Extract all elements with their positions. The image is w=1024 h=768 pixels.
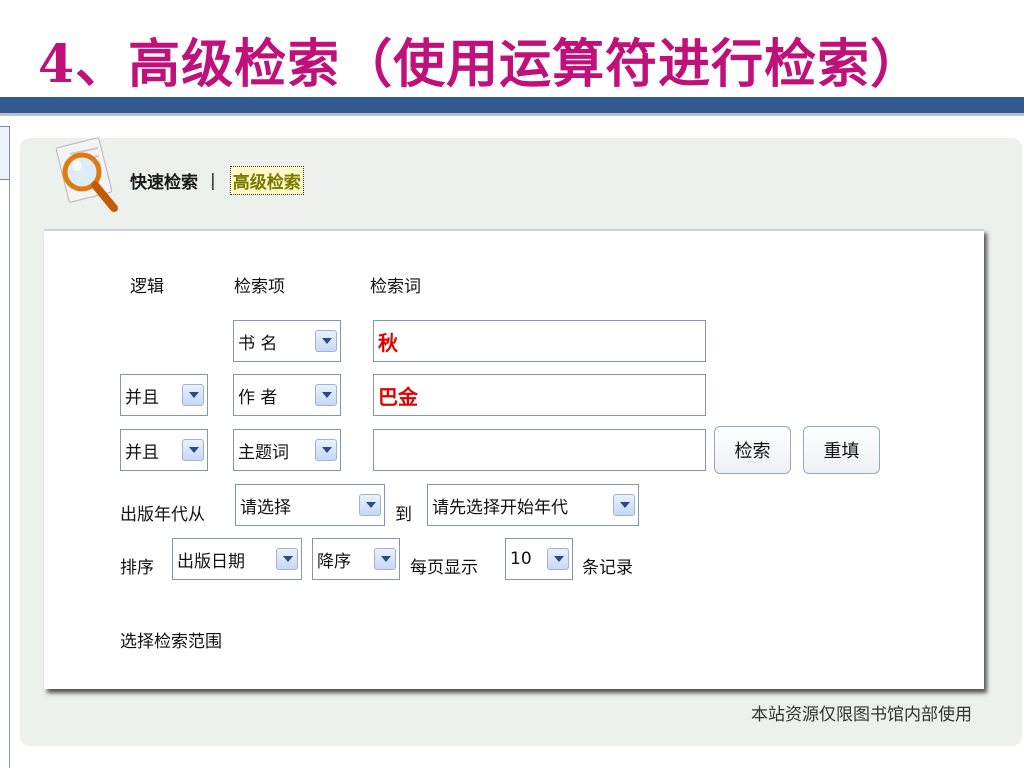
tab-advanced-search[interactable]: 高级检索	[229, 166, 304, 195]
chevron-down-icon[interactable]	[547, 548, 569, 570]
search-button[interactable]: 检索	[714, 426, 791, 474]
title-divider	[0, 97, 1024, 113]
left-frame	[0, 126, 10, 768]
logic-select-2-value: 并且	[125, 387, 159, 408]
chevron-down-icon[interactable]	[315, 384, 337, 406]
chevron-down-icon[interactable]	[276, 548, 298, 570]
tab-quick-search[interactable]: 快速检索	[130, 168, 198, 193]
sort-by-select[interactable]: 出版日期	[172, 538, 302, 580]
term-input-3[interactable]	[373, 429, 706, 471]
year-from-value: 请选择	[240, 497, 291, 518]
year-from-select[interactable]: 请选择	[235, 484, 385, 526]
field-select-3[interactable]: 主题词	[233, 429, 341, 471]
term-input-2[interactable]: 巴金	[373, 374, 706, 416]
search-tabs: 快速检索 | 高级检索	[130, 166, 304, 195]
chevron-down-icon[interactable]	[613, 494, 635, 516]
magnifier-icon	[55, 137, 118, 212]
records-label: 条记录	[582, 558, 633, 578]
field-select-2-value: 作 者	[238, 387, 278, 408]
scope-label[interactable]: 选择检索范围	[120, 627, 222, 652]
term-input-1[interactable]: 秋	[373, 320, 706, 362]
header-field: 检索项	[234, 277, 285, 297]
chevron-down-icon[interactable]	[374, 548, 396, 570]
per-page-value: 10	[510, 549, 532, 569]
reset-button[interactable]: 重填	[803, 426, 880, 474]
per-page-select[interactable]: 10	[505, 538, 573, 580]
logic-select-2[interactable]: 并且	[120, 374, 208, 416]
header-logic: 逻辑	[130, 277, 164, 297]
year-to-label: 到	[395, 505, 412, 525]
sort-order-value: 降序	[317, 551, 351, 572]
field-select-3-value: 主题词	[238, 442, 289, 463]
sort-label: 排序	[120, 558, 154, 578]
sort-by-value: 出版日期	[177, 551, 245, 572]
title-divider-shadow	[0, 113, 1024, 116]
chevron-down-icon[interactable]	[315, 330, 337, 352]
per-page-label: 每页显示	[410, 558, 478, 578]
chevron-down-icon[interactable]	[182, 384, 204, 406]
chevron-down-icon[interactable]	[315, 439, 337, 461]
tab-separator: |	[210, 170, 216, 191]
year-to-value: 请先选择开始年代	[432, 497, 568, 518]
field-select-2[interactable]: 作 者	[233, 374, 341, 416]
field-select-1-value: 书 名	[238, 333, 278, 354]
footer-note: 本站资源仅限图书馆内部使用	[751, 705, 972, 725]
left-frame-tab[interactable]	[0, 126, 10, 180]
chevron-down-icon[interactable]	[359, 494, 381, 516]
slide-title: 4、高级检索（使用运算符进行检索）	[38, 34, 924, 95]
year-from-label: 出版年代从	[120, 505, 205, 525]
year-to-select[interactable]: 请先选择开始年代	[427, 484, 639, 526]
sort-order-select[interactable]: 降序	[312, 538, 400, 580]
logic-select-3-value: 并且	[125, 442, 159, 463]
logic-select-3[interactable]: 并且	[120, 429, 208, 471]
header-term: 检索词	[370, 277, 421, 297]
chevron-down-icon[interactable]	[182, 439, 204, 461]
field-select-1[interactable]: 书 名	[233, 320, 341, 362]
